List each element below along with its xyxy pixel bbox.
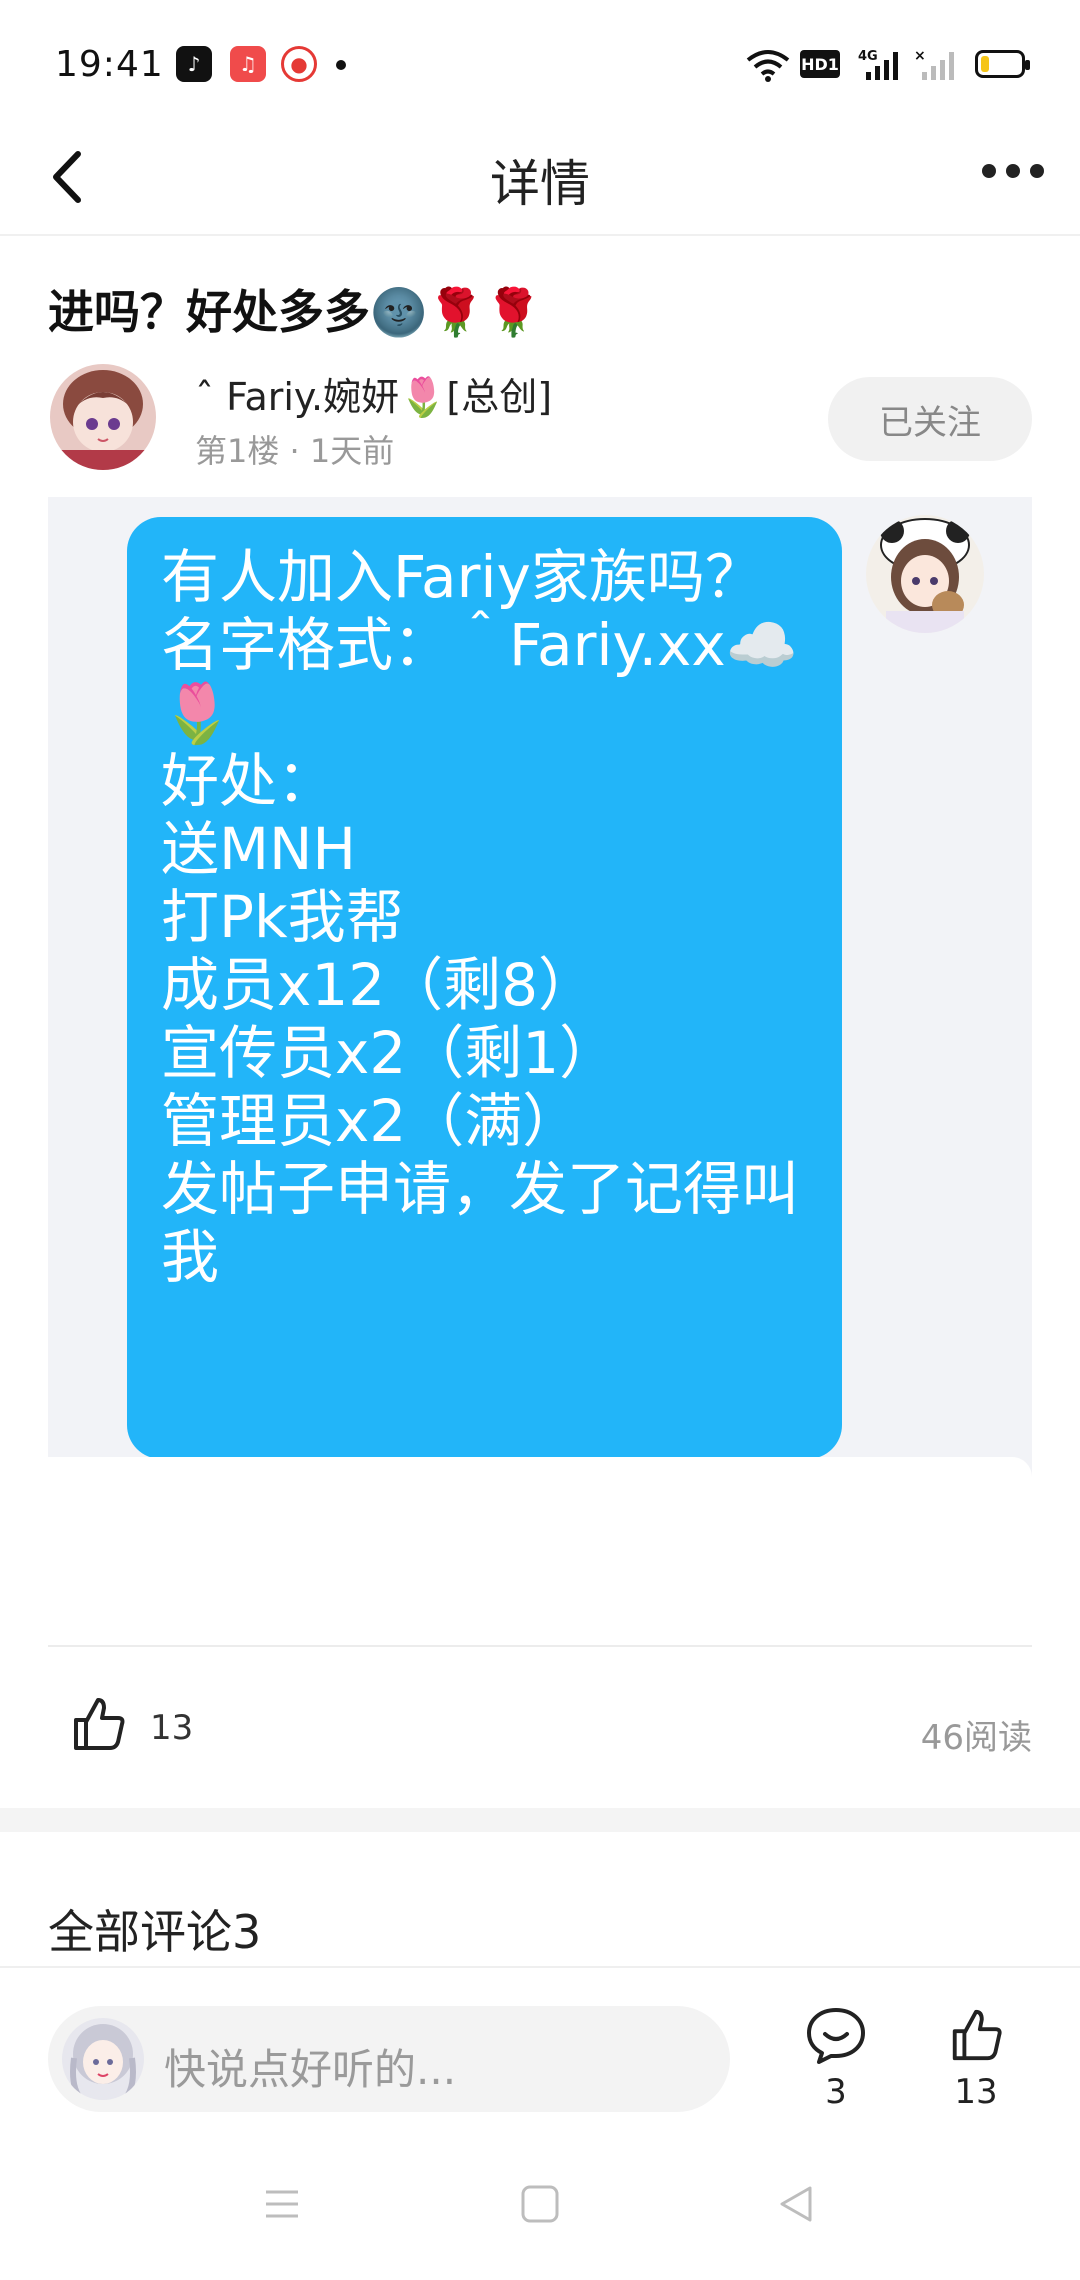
chat-avatar	[866, 515, 984, 633]
post-meta: 第1楼 · 1天前	[195, 432, 395, 470]
no-signal-icon: ×	[914, 48, 954, 80]
like-count: 13	[150, 1708, 194, 1748]
status-time: 19:41	[55, 44, 164, 85]
thumbs-up-icon	[952, 2009, 1002, 2061]
author-name[interactable]: ˆ Fariy.婉妍🌷[总创]	[195, 366, 552, 421]
more-button[interactable]	[982, 164, 1044, 178]
more-notifications-icon	[336, 60, 346, 70]
image-text-line: 宣传员x2（剩1）	[161, 1019, 618, 1087]
comments-button[interactable]: 3	[796, 2006, 876, 2112]
tiktok-icon: ♪	[176, 46, 212, 82]
image-text-line: 成员x12（剩8）	[161, 951, 597, 1019]
image-text-line: 送MNH	[161, 815, 357, 883]
read-count: 46阅读	[920, 1718, 1032, 1758]
comment-placeholder: 快说点好听的...	[164, 2045, 457, 2094]
divider	[48, 1645, 1032, 1647]
comment-bar: 快说点好听的... 3 13	[0, 1966, 1080, 2136]
thumbs-up-icon[interactable]	[68, 1694, 128, 1754]
page-title: 详情	[490, 155, 590, 213]
image-text-line: 发帖子申请，发了记得叫	[161, 1155, 800, 1223]
status-bar: 19:41 ♪ ♫ ● HD1 4G ×	[0, 0, 1080, 120]
author-avatar[interactable]	[50, 364, 156, 470]
live-icon: ●	[281, 46, 317, 82]
user-avatar	[62, 2018, 144, 2100]
image-text-line: 管理员x2（满）	[161, 1087, 581, 1155]
image-text-line: 好处：	[161, 747, 336, 815]
back-triangle-icon[interactable]	[776, 2184, 816, 2224]
image-footer	[48, 1457, 1032, 1477]
comment-icon	[807, 2008, 865, 2064]
bottom-like-button[interactable]: 13	[936, 2006, 1016, 2112]
section-separator	[0, 1808, 1080, 1832]
battery-icon	[975, 50, 1030, 78]
music-icon: ♫	[230, 46, 266, 82]
comments-title: 全部评论3	[48, 1905, 262, 1959]
svg-text:4G: 4G	[858, 49, 878, 64]
header: 详情	[0, 120, 1080, 236]
image-text-line: 我	[161, 1223, 220, 1291]
svg-text:×: ×	[914, 48, 926, 64]
post-title: 进吗？好处多多🌚🌹🌹	[48, 285, 542, 339]
4g-signal-icon: 4G	[858, 49, 898, 80]
home-icon[interactable]	[520, 2184, 560, 2224]
hd-icon: HD1	[800, 50, 840, 78]
image-text-line: 名字格式：＾Fariy.xx☁️	[161, 611, 798, 679]
chat-bubble: 有人加入Fariy家族吗？ 名字格式：＾Fariy.xx☁️ 🌷 好处： 送MN…	[127, 517, 842, 1459]
bottom-like-count: 13	[954, 2072, 998, 2112]
like-row: 13 46阅读	[0, 1680, 1080, 1780]
menu-icon[interactable]	[262, 2184, 302, 2224]
more-dots-icon	[982, 164, 996, 178]
wifi-icon	[746, 50, 790, 82]
post-image[interactable]: 有人加入Fariy家族吗？ 名字格式：＾Fariy.xx☁️ 🌷 好处： 送MN…	[48, 497, 1032, 1477]
image-text-line: 🌷	[161, 679, 234, 747]
comment-input[interactable]: 快说点好听的...	[48, 2006, 730, 2112]
system-nav-bar	[0, 2136, 1080, 2280]
image-text-line: 打Pk我帮	[161, 883, 404, 951]
comment-count: 3	[825, 2072, 847, 2112]
image-text-line: 有人加入Fariy家族吗？	[161, 543, 763, 611]
follow-button[interactable]: 已关注	[828, 377, 1032, 461]
